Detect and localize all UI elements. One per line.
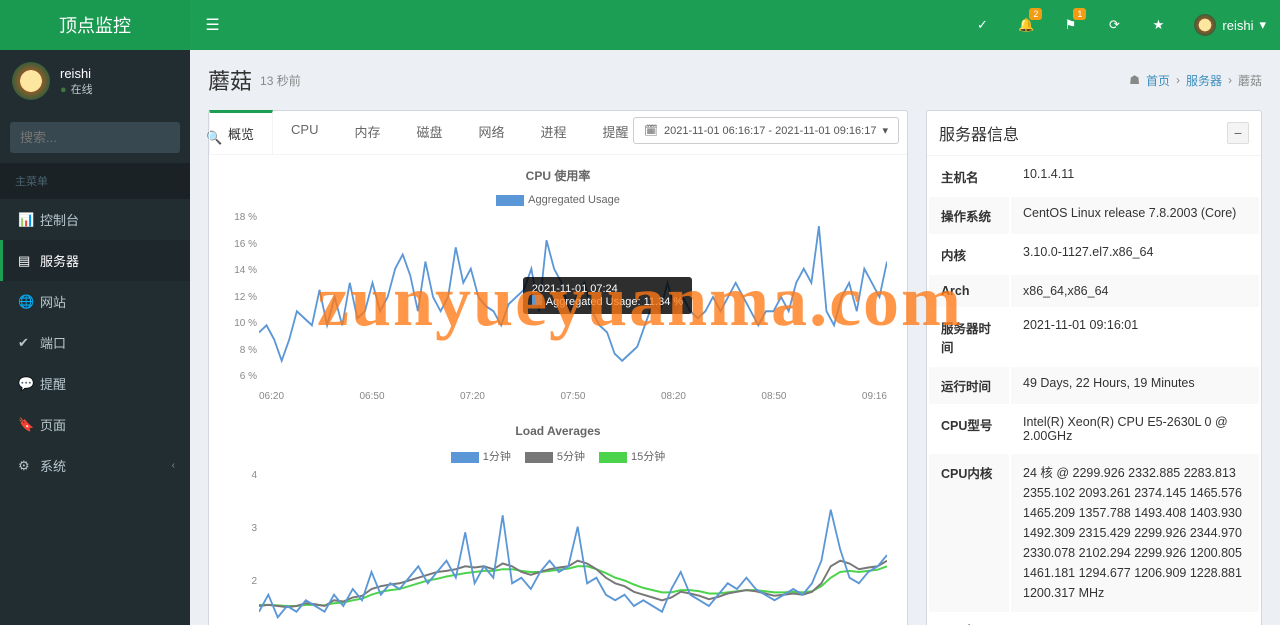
chart-load[interactable]: 4321 06:2006:5007:2007:5008:2008:5009:16 — [209, 470, 907, 625]
tab-cpu[interactable]: CPU — [273, 111, 336, 154]
table-row: CPU型号Intel(R) Xeon(R) CPU E5-2630L 0 @ 2… — [929, 406, 1259, 452]
tab-overview[interactable]: 概览 — [209, 110, 273, 154]
tab-process[interactable]: 进程 — [523, 111, 585, 154]
user-panel: reishi 在线 — [0, 50, 190, 112]
avatar-icon — [12, 62, 50, 100]
chart-cpu[interactable]: 18 %16 %14 %12 %10 %8 %6 % 2021-11-01 07… — [209, 212, 907, 412]
comment-icon: 💬 — [18, 376, 40, 392]
sidebar-item-pages[interactable]: 🔖页面 — [0, 404, 190, 445]
breadcrumb-current: 蘑菇 — [1238, 72, 1262, 89]
sidebar-username: reishi — [60, 66, 93, 81]
caret-down-icon: ▾ — [882, 124, 888, 137]
sidebar: reishi 在线 🔍 主菜单 📊控制台 ▤服务器 🌐网站 ✔端口 💬提醒 🔖页… — [0, 50, 190, 625]
servers-icon: ▤ — [18, 253, 40, 269]
caret-down-icon: ▾ — [1259, 17, 1266, 33]
table-row: Load2.51 (1 Min) 2.23 (5 Min) 2.26 (15 M… — [929, 614, 1259, 625]
chart-cpu-title: CPU 使用率 — [209, 155, 907, 188]
page-subtitle: 13 秒前 — [260, 72, 301, 89]
tasks-icon[interactable]: ✓ — [960, 0, 1004, 50]
user-status: 在线 — [60, 81, 93, 97]
sidebar-item-ports[interactable]: ✔端口 — [0, 322, 190, 363]
sidebar-item-servers[interactable]: ▤服务器 — [0, 240, 190, 281]
avatar-icon — [1194, 14, 1216, 36]
table-row: 运行时间49 Days, 22 Hours, 19 Minutes — [929, 367, 1259, 404]
server-info-title: 服务器信息 — [939, 121, 1019, 145]
header-username: reishi — [1222, 18, 1253, 33]
top-header: 顶点监控 ☰ ✓ 🔔2 ⚑1 ⟳ ★ reishi ▾ — [0, 0, 1280, 50]
star-icon[interactable]: ★ — [1136, 0, 1180, 50]
chart-load-title: Load Averages — [209, 412, 907, 442]
breadcrumb-home[interactable]: 首页 — [1146, 72, 1170, 89]
chart-load-legend: 1分钟 5分钟 15分钟 — [209, 442, 907, 470]
table-row: 服务器时间2021-11-01 09:16:01 — [929, 309, 1259, 365]
tab-bar: 概览 CPU 内存 磁盘 网络 进程 提醒 故障 🗓 2021-11-01 06… — [209, 111, 907, 155]
content-header: 蘑菇 13 秒前 ☗ 首页› 服务器› 蘑菇 — [190, 50, 1280, 110]
table-row: 主机名10.1.4.11 — [929, 158, 1259, 195]
refresh-icon[interactable]: ⟳ — [1092, 0, 1136, 50]
chevron-left-icon: ‹ — [172, 460, 175, 471]
table-row: 操作系统CentOS Linux release 7.8.2003 (Core) — [929, 197, 1259, 234]
chart-cpu-legend: Aggregated Usage — [209, 188, 907, 212]
breadcrumb: ☗ 首页› 服务器› 蘑菇 — [1129, 72, 1262, 89]
daterange-picker[interactable]: 🗓 2021-11-01 06:16:17 - 2021-11-01 09:16… — [633, 117, 899, 144]
check-icon: ✔ — [18, 335, 40, 351]
menu-header: 主菜单 — [0, 163, 190, 199]
legend-swatch — [451, 452, 479, 463]
table-row: CPU内核24 核 @ 2299.926 2332.885 2283.813 2… — [929, 454, 1259, 612]
tab-memory[interactable]: 内存 — [336, 111, 398, 154]
table-row: Archx86_64,x86_64 — [929, 275, 1259, 307]
hamburger-icon[interactable]: ☰ — [190, 15, 235, 35]
tab-network[interactable]: 网络 — [461, 111, 523, 154]
gears-icon: ⚙ — [18, 458, 40, 474]
legend-swatch — [496, 195, 524, 206]
collapse-button[interactable]: − — [1227, 122, 1249, 144]
flags-icon[interactable]: ⚑1 — [1048, 0, 1092, 50]
bookmark-icon: 🔖 — [18, 417, 40, 433]
flag-badge: 1 — [1073, 8, 1086, 20]
page-title: 蘑菇 — [208, 64, 252, 96]
server-info-box: 服务器信息 − 主机名10.1.4.11 操作系统CentOS Linux re… — [926, 110, 1262, 625]
server-info-table: 主机名10.1.4.11 操作系统CentOS Linux release 7.… — [927, 156, 1261, 625]
calendar-icon: 🗓 — [644, 124, 658, 137]
legend-swatch — [525, 452, 553, 463]
search-input[interactable] — [10, 122, 206, 153]
dashboard-icon: 📊 — [18, 212, 40, 228]
user-menu[interactable]: reishi ▾ — [1180, 14, 1280, 36]
legend-swatch — [599, 452, 627, 463]
breadcrumb-servers[interactable]: 服务器 — [1186, 72, 1222, 89]
sidebar-item-system[interactable]: ⚙系统‹ — [0, 445, 190, 486]
content-area: 蘑菇 13 秒前 ☗ 首页› 服务器› 蘑菇 概览 CPU 内存 磁盘 网络 进… — [190, 50, 1280, 625]
app-logo[interactable]: 顶点监控 — [0, 0, 190, 50]
globe-icon: 🌐 — [18, 294, 40, 310]
sidebar-search: 🔍 — [10, 122, 180, 153]
sidebar-item-alerts[interactable]: 💬提醒 — [0, 363, 190, 404]
chart-tooltip: 2021-11-01 07:24 Aggregated Usage: 11.34… — [523, 277, 692, 314]
sidebar-item-websites[interactable]: 🌐网站 — [0, 281, 190, 322]
notif-badge: 2 — [1029, 8, 1042, 20]
notifications-icon[interactable]: 🔔2 — [1004, 0, 1048, 50]
tab-disk[interactable]: 磁盘 — [398, 111, 460, 154]
home-icon: ☗ — [1129, 73, 1140, 87]
charts-panel: 概览 CPU 内存 磁盘 网络 进程 提醒 故障 🗓 2021-11-01 06… — [208, 110, 908, 625]
table-row: 内核3.10.0-1127.el7.x86_64 — [929, 236, 1259, 273]
sidebar-item-dashboard[interactable]: 📊控制台 — [0, 199, 190, 240]
